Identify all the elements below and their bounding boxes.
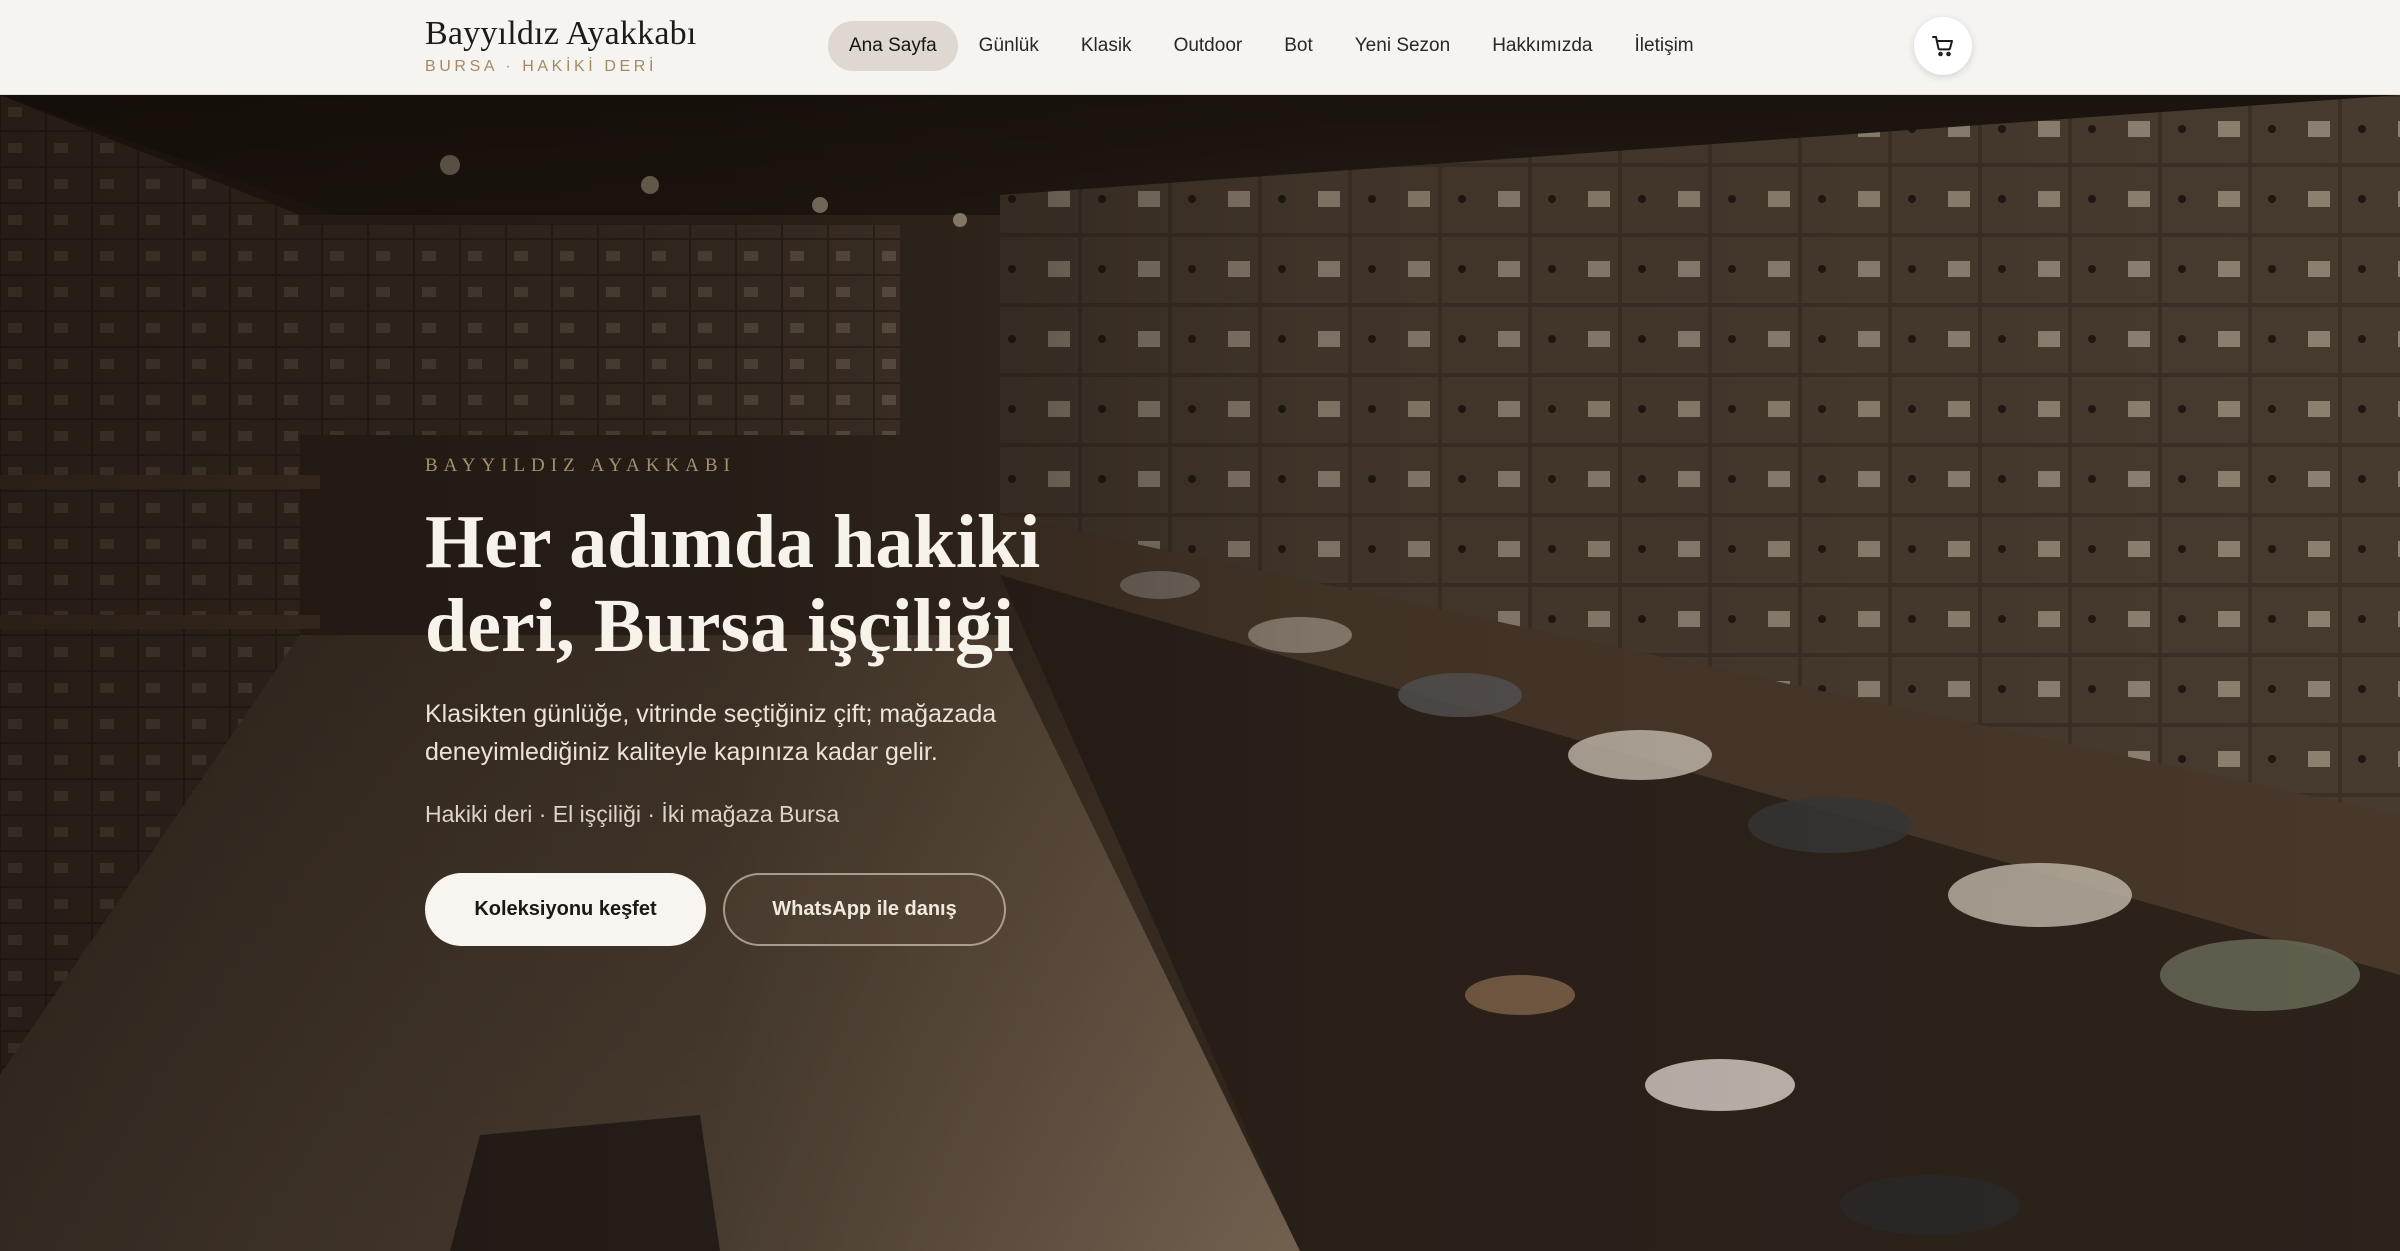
brand-tagline: BURSA · HAKİKİ DERİ (425, 58, 657, 75)
nav-item-klasik[interactable]: Klasik (1060, 21, 1153, 71)
hero-headline: Her adımda hakiki deri, Bursa işçiliği (425, 500, 1041, 668)
brand-logo[interactable]: Bayyıldız Ayakkabı BURSA · HAKİKİ DERİ (425, 14, 696, 76)
whatsapp-consult-button[interactable]: WhatsApp ile danış (723, 873, 1006, 946)
hero-features: Hakiki deri · El işçiliği · İki mağaza B… (425, 801, 840, 827)
cart-icon (1932, 36, 1953, 57)
explore-collection-button[interactable]: Koleksiyonu keşfet (425, 873, 706, 946)
nav-item-ana-sayfa[interactable]: Ana Sayfa (828, 21, 958, 71)
hero-section: BAYYILDIZ AYAKKABI Her adımda hakiki der… (0, 95, 2400, 1251)
nav-item-outdoor[interactable]: Outdoor (1153, 21, 1264, 71)
hero-lead: Klasikten günlüğe, vitrinde seçtiğiniz ç… (425, 700, 997, 766)
nav-item-bot[interactable]: Bot (1263, 21, 1334, 71)
hero-overlay (0, 95, 2400, 1251)
hero-eyebrow: BAYYILDIZ AYAKKABI (425, 455, 736, 476)
site-header: Bayyıldız Ayakkabı BURSA · HAKİKİ DERİ A… (0, 0, 2400, 95)
nav-item-hakkimizda[interactable]: Hakkımızda (1471, 21, 1613, 71)
brand-name: Bayyıldız Ayakkabı (425, 15, 697, 52)
nav-item-yeni-sezon[interactable]: Yeni Sezon (1334, 21, 1471, 71)
cart-button[interactable] (1914, 17, 1972, 75)
main-nav: Ana Sayfa Günlük Klasik Outdoor Bot Yeni… (828, 21, 1715, 71)
nav-item-iletisim[interactable]: İletişim (1614, 21, 1715, 71)
nav-item-gunluk[interactable]: Günlük (958, 21, 1060, 71)
